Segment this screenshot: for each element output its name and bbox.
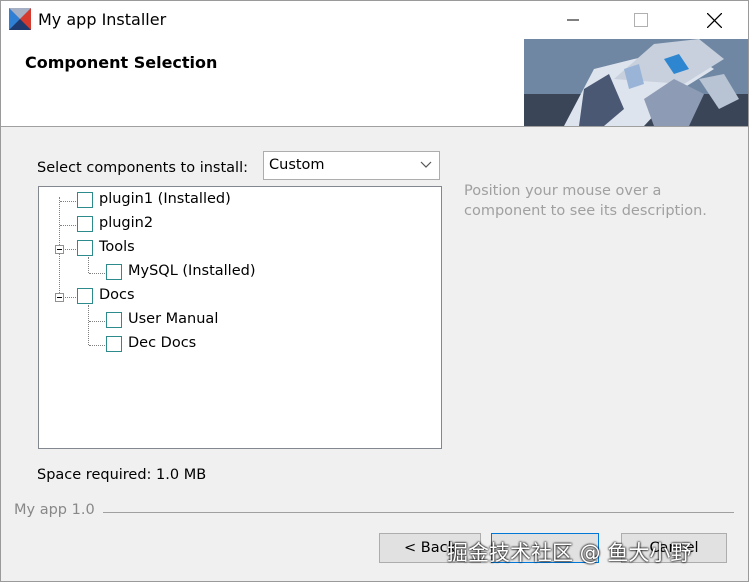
user-manual-checkbox[interactable] (106, 312, 122, 328)
plugin2-checkbox[interactable] (77, 216, 93, 232)
footer-divider (103, 512, 734, 513)
close-icon (706, 12, 722, 28)
minimize-icon (567, 19, 579, 21)
tree-item-label: MySQL (Installed) (128, 263, 256, 279)
components-tree[interactable]: plugin1 (Installed) plugin2 Tools MySQL … (38, 186, 442, 449)
maximize-icon (634, 13, 648, 27)
tree-item-docs[interactable]: Docs (39, 286, 419, 308)
page-header: Component Selection (1, 39, 748, 127)
tree-item-user-manual[interactable]: User Manual (39, 310, 419, 332)
component-description: Position your mouse over a component to … (464, 183, 707, 219)
header-banner-image (524, 39, 748, 126)
dec-docs-checkbox[interactable] (106, 336, 122, 352)
docs-checkbox[interactable] (77, 288, 93, 304)
tree-item-label: Dec Docs (128, 335, 197, 351)
collapse-icon[interactable] (55, 245, 64, 254)
minimize-button[interactable] (550, 1, 596, 39)
tree-item-label: plugin2 (99, 215, 154, 231)
watermark-text: 掘金技术社区 @ 鱼大小野 (447, 541, 692, 565)
tree-item-mysql[interactable]: MySQL (Installed) (39, 262, 419, 284)
collapse-icon[interactable] (55, 293, 64, 302)
mysql-checkbox[interactable] (106, 264, 122, 280)
tree-item-label: plugin1 (Installed) (99, 191, 231, 207)
space-required: Space required: 1.0 MB (37, 467, 207, 483)
maximize-button[interactable] (618, 1, 664, 39)
tree-item-plugin1[interactable]: plugin1 (Installed) (39, 190, 419, 212)
tree-item-tools[interactable]: Tools (39, 238, 419, 260)
nsis-app-icon (9, 8, 31, 30)
branding-text: My app 1.0 (14, 502, 95, 518)
select-components-label: Select components to install: (37, 160, 248, 176)
plugin1-checkbox[interactable] (77, 192, 93, 208)
page-title: Component Selection (25, 53, 218, 72)
tools-checkbox[interactable] (77, 240, 93, 256)
install-type-dropdown[interactable]: Custom (263, 151, 440, 180)
installer-window: My app Installer Component Selection Sel… (0, 0, 749, 582)
tree-item-label: Tools (99, 239, 135, 255)
title-bar: My app Installer (1, 1, 748, 39)
tree-item-plugin2[interactable]: plugin2 (39, 214, 419, 236)
window-title: My app Installer (38, 10, 167, 29)
tree-item-label: Docs (99, 287, 135, 303)
tree-item-label: User Manual (128, 311, 219, 327)
close-button[interactable] (691, 1, 737, 39)
chevron-down-icon (420, 161, 432, 168)
tree-item-dec-docs[interactable]: Dec Docs (39, 334, 419, 356)
install-type-value: Custom (269, 157, 325, 173)
